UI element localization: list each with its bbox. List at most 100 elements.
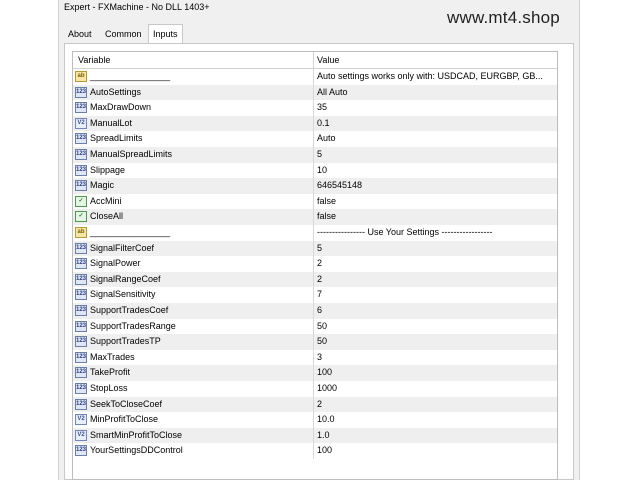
cell-divider: [313, 303, 314, 319]
variable-value[interactable]: 3: [317, 350, 553, 366]
double-type-icon: V2: [75, 414, 87, 426]
variable-name: MinProfitToClose: [90, 414, 159, 425]
variable-name: SignalSensitivity: [90, 289, 156, 300]
variable-value[interactable]: Auto: [317, 131, 553, 147]
variable-value[interactable]: 1.0: [317, 428, 553, 444]
cell-divider: [313, 271, 314, 288]
cell-divider: [313, 349, 314, 366]
variable-name: ManualLot: [90, 117, 133, 128]
integer-type-icon: 123: [75, 398, 87, 410]
variable-value[interactable]: 50: [317, 334, 553, 350]
table-row[interactable]: 123 SupportTradesTP 50: [73, 334, 557, 350]
tab-inputs[interactable]: Inputs: [148, 24, 183, 43]
variable-value[interactable]: 646545148: [317, 178, 553, 194]
table-row[interactable]: 123 SignalSensitivity 7: [73, 287, 557, 303]
variable-value[interactable]: false: [317, 209, 553, 225]
inputs-grid: Variable Value ab ________________ Auto se…: [72, 51, 558, 480]
variable-value[interactable]: 10.0: [317, 412, 553, 428]
table-row[interactable]: 123 SignalPower 2: [73, 256, 557, 272]
tab-common[interactable]: Common: [101, 26, 146, 42]
variable-value[interactable]: 100: [317, 365, 553, 381]
integer-type-icon: 123: [75, 242, 87, 254]
table-row[interactable]: ✓ CloseAll false: [73, 209, 557, 225]
table-row[interactable]: ✓ AccMini false: [73, 193, 557, 210]
variable-name: Magic: [90, 180, 115, 191]
table-row[interactable]: 123 StopLoss 1000: [73, 381, 557, 397]
table-row[interactable]: 123 ManualSpreadLimits 5: [73, 147, 557, 163]
double-type-icon: V2: [75, 117, 87, 129]
table-row[interactable]: 123 YourSettingsDDControl 100: [73, 443, 557, 459]
variable-name: YourSettingsDDControl: [90, 445, 183, 456]
table-row[interactable]: 123 Slippage 10: [73, 162, 557, 179]
cell-divider: [313, 84, 314, 101]
variable-value[interactable]: 6: [317, 303, 553, 319]
variable-name: AutoSettings: [90, 86, 142, 97]
column-header-value[interactable]: Value: [317, 52, 339, 68]
cell-divider: [313, 334, 314, 350]
variable-value[interactable]: 2: [317, 272, 553, 288]
variable-value[interactable]: 2: [317, 256, 553, 272]
table-row[interactable]: 123 SupportTradesCoef 6: [73, 303, 557, 319]
variable-value[interactable]: 35: [317, 100, 553, 116]
variable-value[interactable]: 2: [317, 397, 553, 413]
cell-divider: [313, 318, 314, 335]
table-row[interactable]: 123 SignalFilterCoef 5: [73, 240, 557, 257]
column-header-variable[interactable]: Variable: [78, 52, 110, 68]
variable-value[interactable]: 100: [317, 443, 553, 459]
table-row[interactable]: ab ________________ ---------------- Use Y…: [73, 225, 557, 241]
table-row[interactable]: ab ________________ Auto settings works on…: [73, 69, 557, 85]
table-row[interactable]: V2 SmartMinProfitToClose 1.0: [73, 427, 557, 444]
variable-value[interactable]: 7: [317, 287, 553, 303]
table-row[interactable]: 123 SeekToCloseCoef 2: [73, 396, 557, 413]
grid-header: Variable Value: [73, 52, 557, 69]
integer-type-icon: 123: [75, 320, 87, 332]
table-row[interactable]: 123 SupportTradesRange 50: [73, 318, 557, 335]
column-divider[interactable]: [313, 52, 314, 68]
variable-name: StopLoss: [90, 383, 128, 393]
string-type-icon: ab: [75, 71, 87, 82]
variable-value[interactable]: 5: [317, 241, 553, 257]
variable-value[interactable]: 5: [317, 147, 553, 163]
variable-value[interactable]: 10: [317, 163, 553, 179]
table-row[interactable]: 123 AutoSettings All Auto: [73, 84, 557, 101]
cell-divider: [313, 427, 314, 444]
table-row[interactable]: 123 MaxDrawDown 35: [73, 100, 557, 116]
cell-divider: [313, 147, 314, 163]
variable-name: SignalPower: [90, 258, 141, 269]
integer-type-icon: 123: [75, 133, 87, 145]
cell-divider: [313, 193, 314, 210]
string-type-icon: ab: [75, 227, 87, 238]
variable-name: ManualSpreadLimits: [90, 149, 173, 159]
variable-name: MaxTrades: [90, 351, 135, 362]
variable-value[interactable]: Auto settings works only with: USDCAD, E…: [317, 69, 553, 85]
integer-type-icon: 123: [75, 351, 87, 363]
variable-name: CloseAll: [90, 211, 124, 222]
variable-value[interactable]: 50: [317, 319, 553, 335]
variable-value[interactable]: ---------------- Use Your Settings -----…: [317, 225, 553, 241]
table-row[interactable]: V2 MinProfitToClose 10.0: [73, 412, 557, 428]
boolean-type-icon: ✓: [75, 195, 87, 207]
cell-divider: [313, 178, 314, 194]
cell-divider: [313, 131, 314, 147]
boolean-type-icon: ✓: [75, 211, 87, 223]
variable-name: SignalFilterCoef: [90, 242, 155, 253]
variable-name: Slippage: [90, 164, 126, 175]
cell-divider: [313, 443, 314, 459]
table-row[interactable]: 123 SpreadLimits Auto: [73, 131, 557, 147]
table-row[interactable]: 123 Magic 646545148: [73, 178, 557, 194]
table-row[interactable]: 123 MaxTrades 3: [73, 349, 557, 366]
cell-divider: [313, 100, 314, 116]
variable-value[interactable]: All Auto: [317, 85, 553, 101]
tab-about[interactable]: About: [64, 26, 96, 42]
variable-name: ________________: [90, 71, 171, 81]
table-row[interactable]: V2 ManualLot 0.1: [73, 115, 557, 132]
table-row[interactable]: 123 SignalRangeCoef 2: [73, 271, 557, 288]
variable-name: SpreadLimits: [90, 133, 143, 144]
variable-value[interactable]: false: [317, 194, 553, 210]
cell-divider: [313, 162, 314, 179]
variable-value[interactable]: 1000: [317, 381, 553, 397]
cell-divider: [313, 412, 314, 428]
table-row[interactable]: 123 TakeProfit 100: [73, 365, 557, 381]
variable-name: SupportTradesRange: [90, 320, 176, 331]
variable-value[interactable]: 0.1: [317, 116, 553, 132]
